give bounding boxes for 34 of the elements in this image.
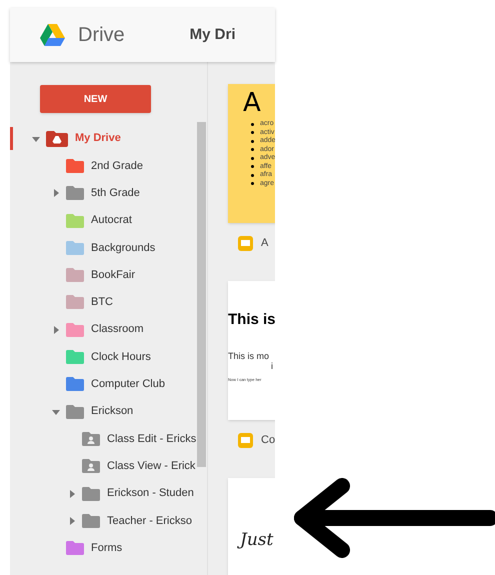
expand-arrow-icon[interactable] — [52, 189, 60, 198]
folder-tree-item[interactable]: 2nd Grade — [10, 152, 198, 180]
folder-tree-item[interactable]: Class Edit - Ericks — [10, 425, 198, 453]
folder-tree-item[interactable]: Teacher - Erickso — [10, 507, 198, 534]
drive-logo-icon — [40, 24, 65, 46]
slides-icon — [238, 432, 253, 448]
selection-bar — [10, 127, 13, 150]
folder-tree-item[interactable]: Erickson - Studen — [10, 480, 198, 508]
document-thumbnail[interactable]: Just — [228, 478, 275, 575]
folder-tree-item[interactable]: Classroom — [10, 316, 198, 344]
expand-arrow-icon[interactable] — [68, 490, 76, 498]
scrollbar[interactable] — [197, 122, 206, 467]
folder-tree-item[interactable]: Autocrat — [10, 206, 198, 234]
collapse-arrow-icon[interactable] — [52, 408, 60, 416]
folder-tree-item[interactable]: Erickson — [10, 398, 198, 426]
file-name: A — [261, 236, 268, 251]
slides-icon — [238, 236, 253, 250]
collapse-arrow-icon[interactable] — [32, 134, 40, 143]
folder-tree-item[interactable]: Clock Hours — [10, 343, 198, 371]
file-name: Co — [261, 432, 275, 448]
page-title: My Dri — [190, 24, 236, 45]
folder-tree-item[interactable]: BTC — [10, 288, 198, 316]
folder-tree-item[interactable]: Forms — [10, 534, 198, 562]
drive-folder-icon — [46, 130, 68, 147]
folder-tree-item[interactable]: BookFair — [10, 261, 198, 289]
folder-tree-item[interactable]: Backgrounds — [10, 234, 198, 262]
new-button[interactable]: NEW — [40, 85, 151, 113]
expand-arrow-icon[interactable] — [52, 326, 60, 334]
folder-tree-item[interactable]: Class View - Erick — [10, 452, 198, 480]
folder-tree-item[interactable]: Computer Club — [10, 370, 198, 398]
app-name: Drive — [78, 23, 125, 48]
folder-tree-item[interactable]: My Drive — [10, 125, 198, 152]
expand-arrow-icon[interactable] — [68, 516, 76, 525]
folder-tree-item[interactable]: 5th Grade — [10, 180, 198, 207]
